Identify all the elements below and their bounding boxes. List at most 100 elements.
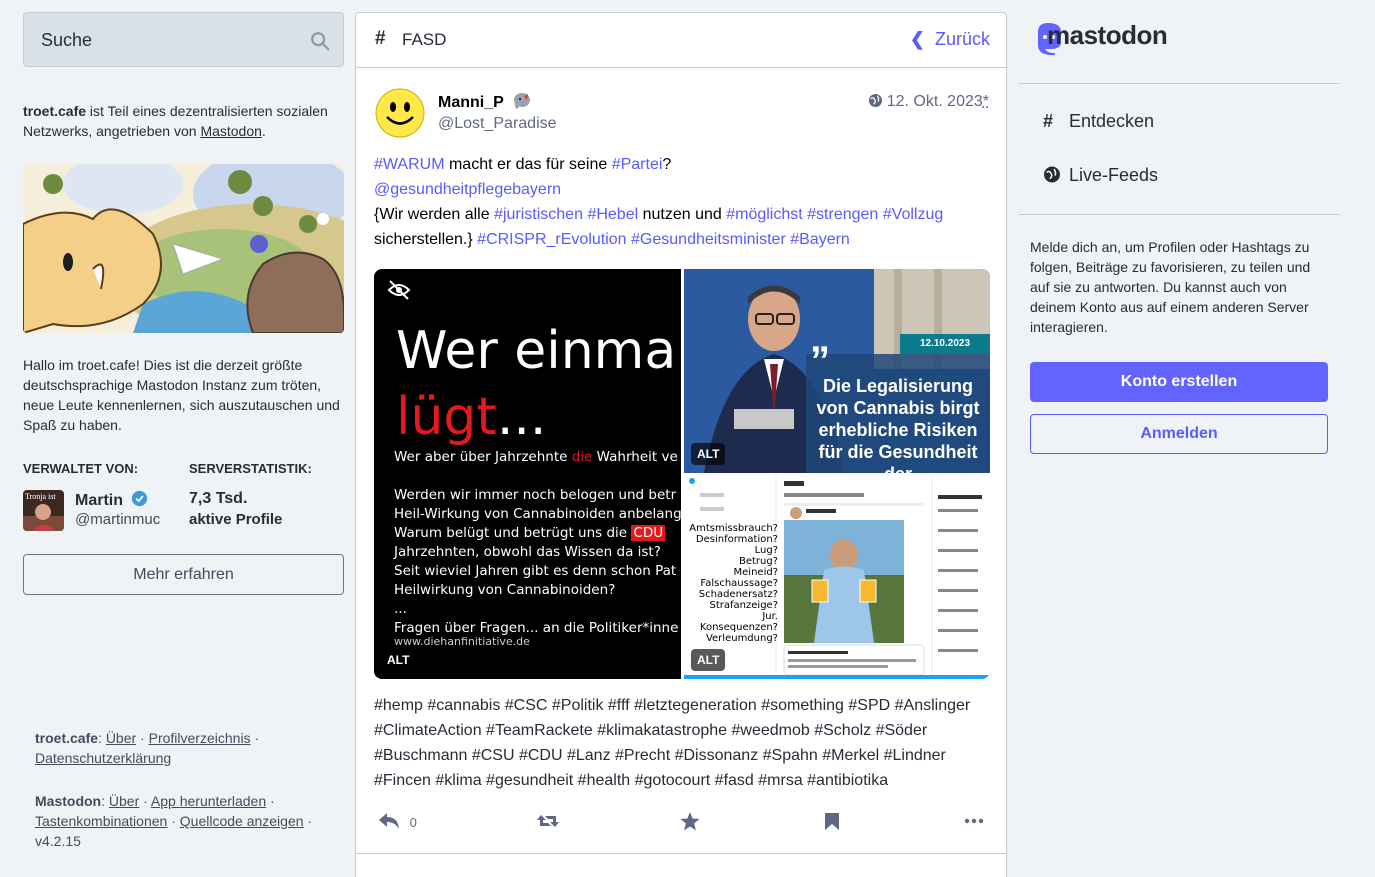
boost-button[interactable]	[536, 812, 560, 833]
alt-badge[interactable]: ALT	[691, 443, 726, 465]
footer-shortcuts-link[interactable]: Tastenkombinationen	[35, 813, 167, 829]
admin-handle: @martinmuc	[75, 511, 161, 528]
create-account-button[interactable]: Konto erstellen	[1030, 362, 1328, 402]
image-question: Falschaussage?	[700, 578, 778, 589]
hashtag-link[interactable]: #WARUM	[374, 156, 445, 173]
retweet-icon	[537, 815, 559, 827]
image-text: Wer einma	[396, 321, 677, 381]
admin-avatar-text: Tronja ist	[25, 492, 56, 501]
image-question: Betrug?	[738, 556, 778, 567]
status-date-text: 12. Okt. 2023	[886, 93, 983, 110]
image-line: Wer aber über Jahrzehnte	[394, 449, 572, 465]
media-image-1[interactable]: Wer einma lügt... Wer aber über Jahrzehn…	[374, 269, 681, 679]
bookmark-button[interactable]	[824, 812, 840, 834]
elephant-emoji-icon	[513, 93, 530, 110]
image-line-red: CDU	[631, 525, 666, 541]
hashtag-link[interactable]: #strengen	[807, 206, 878, 223]
mastodon-link[interactable]: Mastodon	[200, 123, 261, 139]
bookmark-icon	[825, 813, 839, 830]
next-status-card[interactable]	[355, 853, 1007, 877]
content-text: nutzen und	[638, 206, 727, 223]
hashtag-link[interactable]: #Partei	[612, 156, 663, 173]
divider	[1019, 214, 1340, 215]
mastodon-footer-links: Mastodon: Über · App herunterladen · Tast…	[35, 793, 313, 849]
image-text-red: lügt	[396, 387, 497, 447]
footer-app-link[interactable]: App herunterladen	[151, 793, 266, 809]
search-icon[interactable]	[309, 30, 331, 52]
nav-explore-label: Entdecken	[1069, 111, 1155, 131]
image-url-text: www.diehanfinitiative.de	[394, 635, 530, 648]
footer-privacy-link[interactable]: Datenschutzerklärung	[35, 750, 171, 766]
chevron-left-icon: ❮	[909, 29, 925, 49]
image-line: Warum belügt und betrügt uns die	[394, 525, 632, 541]
nav-explore[interactable]: # Entdecken	[1043, 111, 1154, 132]
status-content: #WARUM macht er das für seine #Partei? @…	[374, 152, 994, 252]
image-line: Seit wieviel Jahren gibt es denn schon P…	[394, 563, 677, 579]
content-text: sicherstellen.}	[374, 231, 478, 248]
status-date[interactable]: 12. Okt. 2023*	[868, 93, 989, 111]
media-image-2[interactable]: 12.10.2023 ” Die Legalisierung von Canna…	[684, 269, 990, 473]
image-question: Amtsmissbrauch?	[689, 523, 778, 534]
hashtag-link[interactable]: #Gesundheitsminister	[631, 231, 786, 248]
hide-media-button[interactable]	[381, 276, 417, 304]
footer-directory-link[interactable]: Profilverzeichnis	[149, 730, 251, 746]
reply-count: 0	[409, 815, 417, 830]
image-quote-text: Die Legalisierung von Cannabis birgt erh…	[816, 376, 980, 473]
hashtag-link[interactable]: #Hebel	[587, 206, 638, 223]
media-image-3[interactable]: Amtsmissbrauch? Desinformation? Lug? Bet…	[684, 475, 990, 679]
image-line: ...	[394, 601, 407, 617]
image-line: Wahrheit ve	[592, 449, 678, 465]
image-date-badge: 12.10.2023	[900, 334, 990, 354]
hashtag-link[interactable]: #CRISPR_rEvolution	[477, 231, 626, 248]
learn-more-button[interactable]: Mehr erfahren	[23, 554, 344, 595]
status-card[interactable]: Manni_P @Lost_Paradise 12. Okt. 2023* #W…	[355, 67, 1007, 854]
login-button[interactable]: Anmelden	[1030, 414, 1328, 454]
footer-about-link[interactable]: Über	[106, 730, 136, 746]
hashtag-bar[interactable]: #hemp #cannabis #CSC #Politik #fff #letz…	[374, 693, 994, 793]
hashtag-link[interactable]: #juristischen	[494, 206, 583, 223]
content-text: macht er das für seine	[444, 156, 612, 173]
more-button[interactable]	[964, 812, 984, 833]
reply-button[interactable]: 0	[378, 812, 417, 830]
hashtag-link[interactable]: #Vollzug	[883, 206, 944, 223]
status-action-bar: 0	[374, 808, 994, 838]
image-text-block: Wer aber über Jahrzehnte die Wahrheit ve…	[394, 448, 681, 638]
nav-live-feeds-label: Live-Feeds	[1069, 165, 1159, 185]
back-button[interactable]: ❮ Zurück	[910, 29, 990, 50]
favourite-button[interactable]	[680, 812, 700, 834]
ellipsis-icon	[964, 818, 984, 824]
server-welcome-text: Hallo im troet.cafe! Dies ist die derzei…	[23, 357, 340, 433]
alt-badge[interactable]: ALT	[381, 649, 416, 671]
nav-live-feeds[interactable]: Live-Feeds	[1043, 165, 1158, 186]
hashtag-link[interactable]: #Bayern	[790, 231, 850, 248]
edited-mark: *	[982, 93, 989, 110]
hash-icon: #	[1043, 111, 1054, 131]
image-text-dots: ...	[496, 387, 547, 447]
footer-version: v4.2.15	[35, 833, 81, 849]
search-input[interactable]: Suche	[23, 12, 344, 67]
mention-link[interactable]: @gesundheitpflegebayern	[374, 181, 561, 198]
image-question: Verleumdung?	[705, 633, 778, 644]
admin-avatar[interactable]: Tronja ist	[23, 490, 64, 531]
reply-icon	[379, 813, 399, 829]
footer-server-label: troet.cafe	[35, 730, 99, 746]
search-placeholder: Suche	[41, 30, 93, 50]
admin-name-text: Martin	[75, 492, 123, 509]
image-line: Jahrzehnten, obwohl das Wissen da ist?	[394, 544, 661, 560]
globe-icon	[868, 93, 882, 108]
eye-slash-icon	[387, 280, 411, 300]
alt-badge[interactable]: ALT	[691, 649, 726, 671]
stats-heading: SERVERSTATISTIK:	[189, 461, 312, 476]
image-line: Fragen über Fragen... an die Politiker*i…	[394, 620, 679, 636]
image-question: Desinformation?	[695, 534, 778, 545]
hashtag-link[interactable]: #möglichst	[726, 206, 802, 223]
footer-source-link[interactable]: Quellcode anzeigen	[180, 813, 304, 829]
about-end: .	[261, 123, 266, 139]
avatar[interactable]	[375, 88, 425, 138]
divider	[1019, 83, 1340, 84]
media-gallery: Wer einma lügt... Wer aber über Jahrzehn…	[374, 269, 990, 679]
display-name[interactable]: Manni_P	[438, 91, 532, 112]
image-question: Jur. Konsequenzen?	[699, 611, 778, 633]
admin-name[interactable]: Martin	[75, 490, 148, 510]
footer-mastodon-about-link[interactable]: Über	[109, 793, 139, 809]
